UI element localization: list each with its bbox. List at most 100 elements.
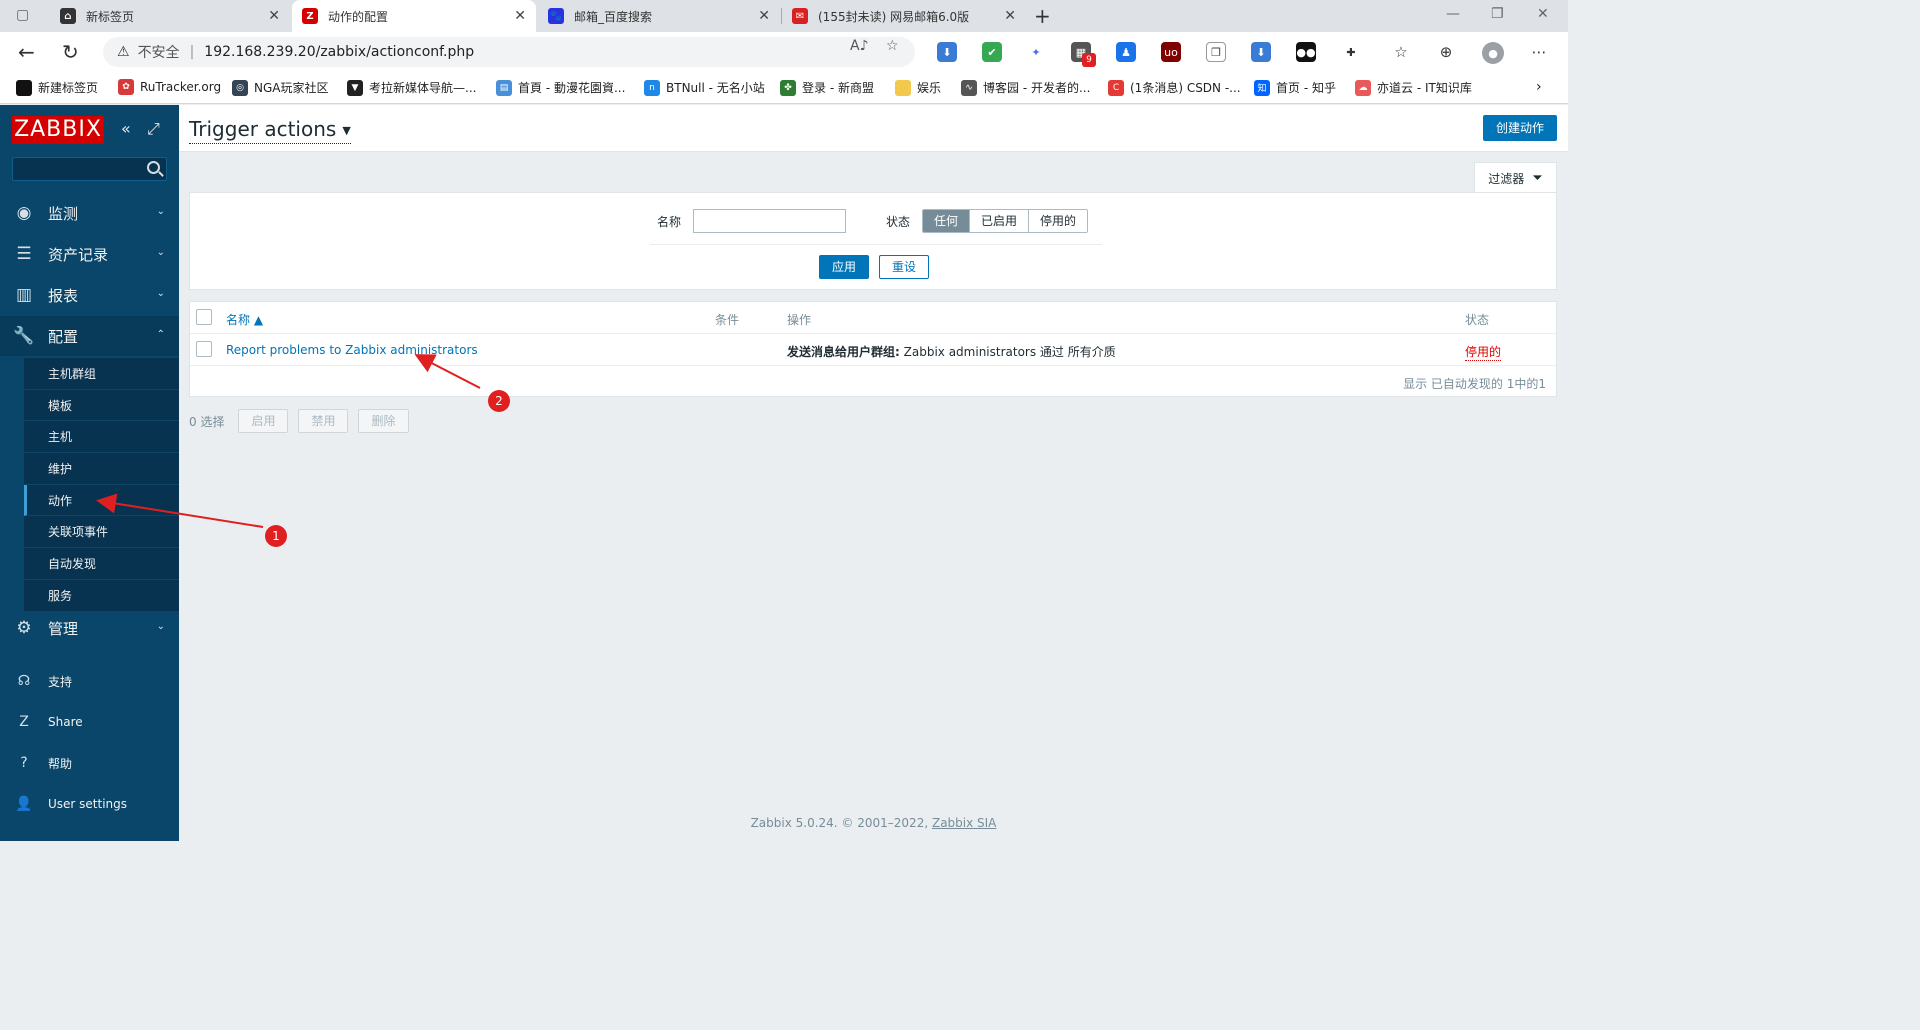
bookmark-label: BTNull - 无名小站 bbox=[666, 81, 765, 95]
submenu-services[interactable]: 服务 bbox=[24, 580, 179, 612]
bookmark-item[interactable]: C (1条消息) CSDN -... bbox=[1108, 79, 1241, 96]
submenu-event-correlation[interactable]: 关联项事件 bbox=[24, 516, 179, 549]
puzzle-extensions-icon[interactable]: ✚ bbox=[1341, 42, 1361, 62]
minimize-icon[interactable]: — bbox=[1446, 6, 1460, 22]
status-option-any[interactable]: 任何 bbox=[923, 210, 971, 232]
bookmark-item[interactable]: 新建标签页 bbox=[16, 79, 98, 96]
page-title-dropdown[interactable]: Trigger actions ▼ bbox=[189, 117, 351, 144]
bookmark-item[interactable]: ✤ 登录 - 新商盟 bbox=[780, 79, 874, 96]
tab-new-tab[interactable]: ⌂ 新标签页 ✕ bbox=[50, 0, 290, 32]
column-header-name[interactable]: 名称 ▲ bbox=[226, 311, 263, 328]
bookmark-item[interactable]: ▼ 考拉新媒体导航—... bbox=[347, 79, 476, 96]
tab-actions-icon[interactable]: ▢ bbox=[16, 7, 29, 23]
tab-baidu[interactable]: 🐾 邮箱_百度搜索 ✕ bbox=[538, 0, 780, 32]
zabbix-logo[interactable]: ZABBIX bbox=[12, 116, 104, 144]
downloader-extension-icon[interactable]: ⬇ bbox=[1251, 42, 1271, 62]
menu-configuration[interactable]: 🔧 配置 ⌃ bbox=[0, 316, 179, 356]
column-header-status[interactable]: 状态 bbox=[1465, 311, 1489, 328]
bookmark-item[interactable]: 知首页 - 知乎 bbox=[1254, 79, 1336, 96]
copy-extension-icon[interactable]: ❐ bbox=[1206, 42, 1226, 62]
bookmark-folder[interactable]: 娱乐 bbox=[895, 79, 941, 96]
profile-avatar[interactable]: ● bbox=[1482, 42, 1504, 64]
submenu-host-groups[interactable]: 主机群组 bbox=[24, 358, 179, 390]
filter-name-input[interactable] bbox=[693, 209, 846, 233]
address-bar[interactable]: ⚠ 不安全 | 192.168.239.20/zabbix/actionconf… bbox=[103, 37, 915, 67]
status-option-disabled[interactable]: 停用的 bbox=[1029, 210, 1088, 232]
add-favorite-icon[interactable]: ☆ bbox=[886, 38, 899, 54]
favorites-icon[interactable]: ☆ bbox=[1391, 42, 1411, 62]
menu-label: Share bbox=[48, 715, 83, 729]
close-icon[interactable]: ✕ bbox=[268, 8, 280, 24]
footer-company-link[interactable]: Zabbix SIA bbox=[932, 816, 996, 830]
enable-button[interactable]: 启用 bbox=[238, 409, 289, 433]
person-extension-icon[interactable]: ♟ bbox=[1116, 42, 1136, 62]
sidebar-search-input[interactable] bbox=[12, 157, 167, 181]
bookmark-favicon-icon: ☁ bbox=[1355, 79, 1371, 96]
bookmark-item[interactable]: ✿ RuTracker.org bbox=[118, 79, 221, 95]
close-icon[interactable]: ✕ bbox=[758, 8, 770, 24]
menu-monitoring[interactable]: ◉ 监测 ⌄ bbox=[0, 193, 179, 233]
bookmarks-overflow-chevron-icon[interactable]: › bbox=[1536, 79, 1542, 95]
more-menu-icon[interactable]: ⋯ bbox=[1529, 42, 1549, 62]
security-label[interactable]: 不安全 bbox=[138, 42, 180, 62]
bird-extension-icon[interactable]: ✦ bbox=[1026, 42, 1046, 62]
delete-button[interactable]: 删除 bbox=[358, 409, 409, 433]
menu-share[interactable]: Z Share bbox=[0, 702, 179, 742]
bookmark-item[interactable]: n BTNull - 无名小站 bbox=[644, 79, 765, 96]
menu-administration[interactable]: ⚙ 管理 ⌄ bbox=[0, 608, 179, 648]
menu-user-settings[interactable]: 👤 User settings bbox=[0, 784, 179, 824]
warning-triangle-icon[interactable]: ⚠ bbox=[117, 44, 130, 60]
submenu-hosts[interactable]: 主机 bbox=[24, 421, 179, 454]
close-icon[interactable]: ✕ bbox=[514, 8, 526, 24]
download-extension-icon[interactable]: ⬇ bbox=[937, 42, 957, 62]
bookmark-favicon-icon: ▼ bbox=[347, 79, 363, 96]
bookmark-item[interactable]: ☁ 亦道云 - IT知识库 bbox=[1355, 79, 1472, 96]
menu-label: User settings bbox=[48, 797, 128, 811]
window-close-icon[interactable]: ✕ bbox=[1537, 6, 1549, 22]
collapse-sidebar-icon[interactable]: « bbox=[121, 119, 131, 138]
bookmark-item[interactable]: ▤ 首頁 - 動漫花園資... bbox=[496, 79, 625, 96]
action-name-link[interactable]: Report problems to Zabbix administrators bbox=[226, 343, 478, 357]
submenu-discovery[interactable]: 自动发现 bbox=[24, 548, 179, 580]
menu-reports[interactable]: ▥ 报表 ⌄ bbox=[0, 275, 179, 315]
page-header: Trigger actions ▼ 创建动作 bbox=[179, 105, 1568, 152]
disable-button[interactable]: 禁用 bbox=[298, 409, 349, 433]
bookmark-item[interactable]: ◎ NGA玩家社区 bbox=[232, 79, 329, 96]
new-tab-plus-icon[interactable]: + bbox=[1034, 4, 1051, 28]
create-action-button[interactable]: 创建动作 bbox=[1482, 115, 1557, 141]
submenu-templates[interactable]: 模板 bbox=[24, 390, 179, 422]
menu-help[interactable]: ? 帮助 bbox=[0, 743, 179, 783]
filter-tab[interactable]: 过滤器 ⏷ bbox=[1474, 162, 1557, 193]
submenu-maintenance[interactable]: 维护 bbox=[24, 453, 179, 485]
collections-icon[interactable]: ⊕ bbox=[1436, 42, 1456, 62]
bookmark-item[interactable]: ∿ 博客园 - 开发者的... bbox=[961, 79, 1090, 96]
status-option-enabled[interactable]: 已启用 bbox=[970, 210, 1030, 232]
headset-icon: ☊ bbox=[17, 673, 31, 689]
row-checkbox[interactable] bbox=[196, 341, 212, 357]
sidebar: ZABBIX « ⤢ ◉ 监测 ⌄ ☰ 资产记录 ⌄ ▥ 报表 ⌄ 🔧 配置 ⌃… bbox=[0, 105, 179, 841]
close-icon[interactable]: ✕ bbox=[1004, 8, 1016, 24]
media-extension-icon[interactable]: ●● bbox=[1296, 42, 1316, 62]
ublock-icon[interactable]: uo bbox=[1161, 42, 1181, 62]
bookmarks-bar: 新建标签页 ✿ RuTracker.org ◎ NGA玩家社区 ▼ 考拉新媒体导航—.… bbox=[0, 72, 1568, 104]
eye-icon: ◉ bbox=[16, 203, 32, 223]
menu-support[interactable]: ☊ 支持 bbox=[0, 661, 179, 701]
tab-163-mail[interactable]: ✉ (155封未读) 网易邮箱6.0版 ✕ bbox=[782, 0, 1026, 32]
status-toggle-link[interactable]: 停用的 bbox=[1465, 343, 1502, 361]
menu-inventory[interactable]: ☰ 资产记录 ⌄ bbox=[0, 234, 179, 274]
search-icon[interactable] bbox=[147, 161, 160, 174]
tab-action-config[interactable]: Z 动作的配置 ✕ bbox=[292, 0, 536, 32]
url-text[interactable]: 192.168.239.20/zabbix/actionconf.php bbox=[204, 44, 474, 60]
zabbix-favicon-icon: Z bbox=[302, 8, 318, 24]
apply-filter-button[interactable]: 应用 bbox=[819, 255, 870, 279]
shield-extension-icon[interactable]: ✔ bbox=[982, 42, 1002, 62]
submenu-actions[interactable]: 动作 bbox=[24, 484, 179, 517]
read-aloud-icon[interactable]: A♪ bbox=[850, 38, 869, 54]
reload-icon[interactable]: ↻ bbox=[62, 40, 79, 64]
kiosk-mode-icon[interactable]: ⤢ bbox=[147, 119, 160, 139]
restore-icon[interactable]: ❐ bbox=[1491, 6, 1504, 22]
tab-title: 新标签页 bbox=[86, 9, 135, 24]
back-arrow-icon[interactable]: ← bbox=[18, 40, 35, 64]
reset-filter-button[interactable]: 重设 bbox=[879, 255, 930, 279]
select-all-checkbox[interactable] bbox=[196, 309, 212, 325]
